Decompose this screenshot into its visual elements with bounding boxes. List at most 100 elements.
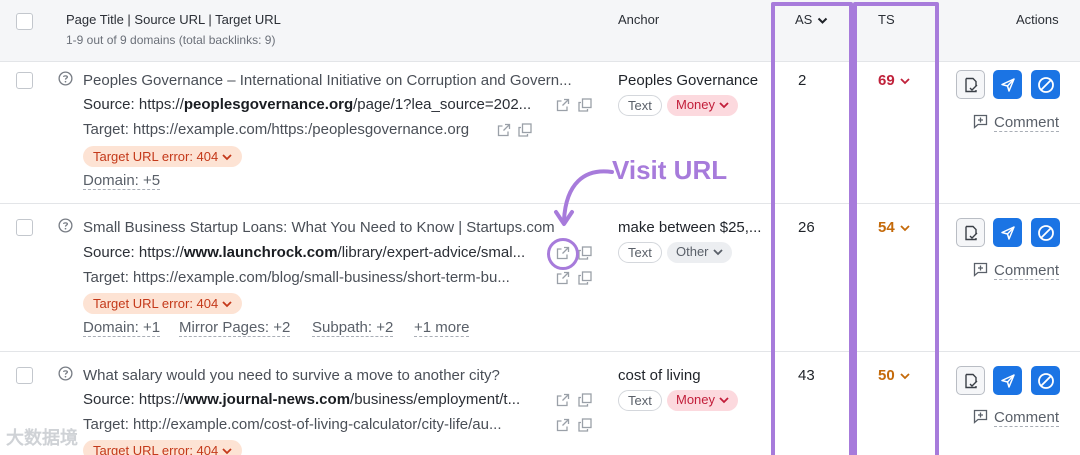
block-icon xyxy=(1037,372,1054,389)
anchor-text: cost of living xyxy=(618,367,701,384)
source-url[interactable]: Source: https://www.journal-news.com/bus… xyxy=(83,391,549,408)
comment-label: Comment xyxy=(994,114,1060,132)
results-summary: 1-9 out of 9 domains (total backlinks: 9… xyxy=(66,33,276,47)
comment-plus-icon xyxy=(973,409,988,424)
mirror-pages-link[interactable]: Mirror Pages: +2 xyxy=(179,319,291,337)
callout-arrow-icon xyxy=(554,169,614,226)
comment-button[interactable]: Comment xyxy=(973,262,1060,280)
target-url[interactable]: Target: https://example.com/https:/peopl… xyxy=(83,121,498,138)
comment-button[interactable]: Comment xyxy=(973,114,1060,132)
category-tag[interactable]: Money xyxy=(667,95,739,116)
target-error-label: Target URL error: 404 xyxy=(93,149,219,164)
anchor-type-tag: Text xyxy=(618,95,662,116)
comment-plus-icon xyxy=(973,262,988,277)
source-path: /library/expert-advice/smal... xyxy=(337,244,526,261)
block-button[interactable] xyxy=(1031,218,1060,247)
target-url[interactable]: Target: http://example.com/cost-of-livin… xyxy=(83,416,549,433)
edit-button[interactable] xyxy=(956,70,985,99)
copy-icon[interactable] xyxy=(578,418,592,432)
block-icon xyxy=(1037,224,1054,241)
send-icon xyxy=(1000,373,1015,388)
block-button[interactable] xyxy=(1031,70,1060,99)
anchor-type-tag: Text xyxy=(618,390,662,411)
target-error-badge[interactable]: Target URL error: 404 xyxy=(83,146,243,167)
send-button[interactable] xyxy=(993,366,1022,395)
chevron-down-icon xyxy=(222,154,232,161)
watermark: 大数据境 xyxy=(6,428,78,448)
copy-icon[interactable] xyxy=(578,393,592,407)
external-link-icon[interactable] xyxy=(497,123,511,137)
source-url[interactable]: Source: https://www.launchrock.com/libra… xyxy=(83,244,549,261)
target-error-label: Target URL error: 404 xyxy=(93,296,219,311)
row-checkbox[interactable] xyxy=(16,219,33,236)
source-url[interactable]: Source: https://peoplesgovernance.org/pa… xyxy=(83,96,553,113)
chevron-down-icon xyxy=(222,448,232,455)
question-circle-icon[interactable] xyxy=(58,218,73,233)
chevron-down-icon xyxy=(222,301,232,308)
target-url[interactable]: Target: https://example.com/blog/small-b… xyxy=(83,269,549,286)
more-link[interactable]: +1 more xyxy=(414,319,470,337)
category-label: Money xyxy=(676,392,716,407)
ts-column-highlight xyxy=(853,2,939,455)
actions-column-header: Actions xyxy=(1016,12,1059,27)
block-button[interactable] xyxy=(1031,366,1060,395)
chevron-down-icon xyxy=(719,102,729,109)
visit-url-highlight-circle xyxy=(547,238,579,270)
external-link-icon[interactable] xyxy=(556,418,570,432)
block-icon xyxy=(1037,76,1054,93)
edit-button[interactable] xyxy=(956,366,985,395)
send-icon xyxy=(1000,77,1015,92)
target-error-label: Target URL error: 404 xyxy=(93,443,219,455)
copy-icon[interactable] xyxy=(518,123,532,137)
comment-label: Comment xyxy=(994,409,1060,427)
anchor-type-tag: Text xyxy=(618,242,662,263)
source-domain: www.journal-news.com xyxy=(183,391,351,408)
page-title-link[interactable]: Peoples Governance – International Initi… xyxy=(83,72,588,89)
source-path: /page/1?lea_source=202... xyxy=(353,96,532,113)
copy-icon[interactable] xyxy=(578,246,592,260)
copy-icon[interactable] xyxy=(578,271,592,285)
domain-more-link[interactable]: Domain: +5 xyxy=(83,172,161,190)
title-column-header[interactable]: Page Title | Source URL | Target URL xyxy=(66,12,281,27)
category-tag[interactable]: Other xyxy=(667,242,732,263)
external-link-icon[interactable] xyxy=(556,393,570,407)
external-link-icon[interactable] xyxy=(556,98,570,112)
source-prefix: Source: https:// xyxy=(83,391,184,408)
comment-button[interactable]: Comment xyxy=(973,409,1060,427)
comment-label: Comment xyxy=(994,262,1060,280)
anchor-text: Peoples Governance xyxy=(618,72,759,89)
chevron-down-icon xyxy=(712,249,723,256)
source-path: /business/employment/t... xyxy=(350,391,521,408)
send-icon xyxy=(1000,225,1015,240)
edit-button[interactable] xyxy=(956,218,985,247)
select-all-checkbox[interactable] xyxy=(16,13,33,30)
category-label: Money xyxy=(676,97,716,112)
question-circle-icon[interactable] xyxy=(58,366,73,381)
row-checkbox[interactable] xyxy=(16,367,33,384)
edit-doc-icon xyxy=(964,373,977,388)
page-title-link[interactable]: What salary would you need to survive a … xyxy=(83,367,588,384)
source-domain: peoplesgovernance.org xyxy=(183,96,354,113)
target-error-badge[interactable]: Target URL error: 404 xyxy=(83,293,243,314)
anchor-text: make between $25,... xyxy=(618,219,762,236)
target-error-badge[interactable]: Target URL error: 404 xyxy=(83,440,243,455)
external-link-icon[interactable] xyxy=(556,271,570,285)
source-prefix: Source: https:// xyxy=(83,244,184,261)
source-prefix: Source: https:// xyxy=(83,96,184,113)
subpath-link[interactable]: Subpath: +2 xyxy=(312,319,394,337)
question-circle-icon[interactable] xyxy=(58,71,73,86)
category-tag[interactable]: Money xyxy=(667,390,739,411)
send-button[interactable] xyxy=(993,70,1022,99)
edit-doc-icon xyxy=(964,77,977,92)
copy-icon[interactable] xyxy=(578,98,592,112)
category-label: Other xyxy=(676,244,709,259)
visit-url-callout: Visit URL xyxy=(612,155,728,185)
send-button[interactable] xyxy=(993,218,1022,247)
page-title-link[interactable]: Small Business Startup Loans: What You N… xyxy=(83,219,573,236)
comment-plus-icon xyxy=(973,114,988,129)
anchor-column-header[interactable]: Anchor xyxy=(618,12,659,27)
domain-more-link[interactable]: Domain: +1 xyxy=(83,319,161,337)
row-checkbox[interactable] xyxy=(16,72,33,89)
chevron-down-icon xyxy=(719,397,729,404)
as-column-highlight xyxy=(771,2,853,455)
